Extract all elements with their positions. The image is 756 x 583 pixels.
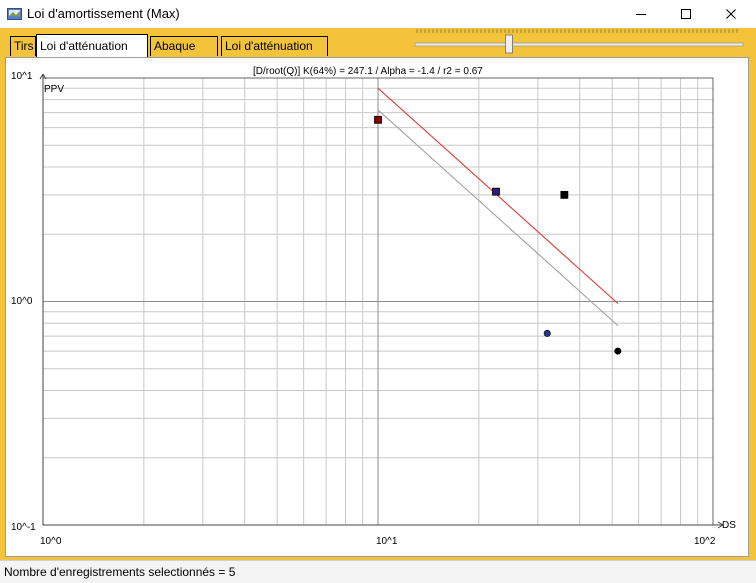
series-lines [377,87,619,327]
minimize-icon [636,14,646,15]
maximize-button[interactable] [663,0,709,28]
minimize-button[interactable] [618,0,664,28]
chart-title: [D/root(Q)] K(64%) = 247.1 / Alpha = -1.… [253,66,483,77]
title-bar: Loi d'amortissement (Max) [0,0,756,29]
slider[interactable] [413,28,745,58]
y-tick-label: 10^1 [11,71,33,82]
data-point [560,190,569,199]
x-tick-label: 10^0 [40,536,62,547]
status-text: Nombre d'enregistrements selectionnés = … [4,565,236,579]
x-tick-label: 10^2 [694,536,716,547]
data-point [614,347,622,355]
attenuation-chart: [D/root(Q)] K(64%) = 247.1 / Alpha = -1.… [11,66,736,547]
window-title: Loi d'amortissement (Max) [27,6,180,21]
tab-tirs[interactable]: Tirs [10,36,36,56]
status-bar: Nombre d'enregistrements selectionnés = … [0,560,756,583]
tab-abaque-sol[interactable]: Abaque (Sol) [150,36,218,72]
slider-ticks [416,29,738,33]
x-tick-label: 10^1 [376,536,398,547]
slider-track[interactable] [414,42,744,47]
y-tick-label: 10^0 [11,296,33,307]
data-points [374,115,622,355]
app-icon [7,8,22,20]
data-point [374,115,382,124]
close-icon [726,9,736,19]
reference-line [377,109,619,327]
x-axis-label: DS [722,520,736,531]
slider-thumb[interactable] [505,34,513,54]
regression-line [377,87,619,304]
data-point [492,187,500,196]
maximize-icon [681,9,691,19]
y-tick-label: 10^-1 [11,522,36,533]
close-button[interactable] [708,0,754,28]
data-point [543,329,551,337]
tab-loi-attenuation-air[interactable]: Loi d'atténuation (Air) [221,36,328,72]
y-axis-label: PPV [44,84,64,95]
tab-loi-attenuation-sol[interactable]: Loi d'atténuation (Sol) [36,34,148,75]
